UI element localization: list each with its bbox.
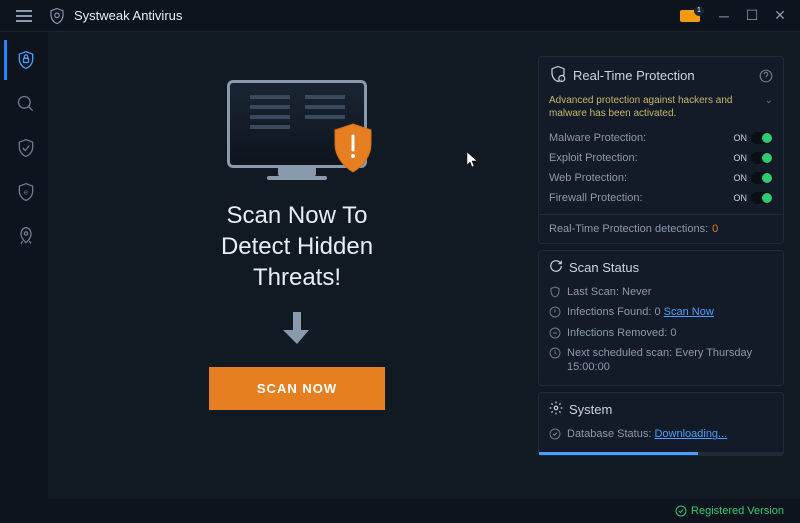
minimize-button[interactable]: ─ [712, 4, 736, 28]
next-scan-row: Next scheduled scan: Every Thursday 15:0… [549, 343, 773, 378]
footer-bar: Registered Version [0, 499, 800, 523]
scan-status-title: Scan Status [569, 260, 773, 275]
download-progress [539, 452, 783, 455]
infections-removed-row: Infections Removed: 0 [549, 323, 773, 343]
scan-now-link[interactable]: Scan Now [664, 306, 714, 318]
registered-label: Registered Version [691, 505, 784, 517]
chevron-down-icon[interactable]: ⌄ [765, 94, 773, 107]
system-panel: System Database Status: Downloading... [538, 392, 784, 455]
malware-toggle[interactable] [751, 132, 773, 144]
firewall-toggle[interactable] [751, 192, 773, 204]
sidebar-item-scan[interactable] [4, 84, 44, 124]
protection-row: Web Protection: ON [549, 168, 773, 188]
main-content: Scan Now To Detect Hidden Threats! SCAN … [48, 32, 800, 499]
last-scan-row: Last Scan: Never [549, 282, 773, 302]
system-title: System [569, 402, 773, 417]
sidebar-item-protection[interactable] [4, 40, 44, 80]
db-status-value: Downloading... [654, 428, 727, 440]
protection-row: Firewall Protection: ON [549, 188, 773, 208]
sidebar-item-boost[interactable] [4, 216, 44, 256]
right-pane: i Real-Time Protection Advanced protecti… [538, 56, 784, 491]
realtime-protection-panel: i Real-Time Protection Advanced protecti… [538, 56, 784, 244]
scan-status-panel: Scan Status Last Scan: Never Infections … [538, 250, 784, 386]
titlebar: Systweak Antivirus ─ ☐ ✕ [0, 0, 800, 32]
web-toggle[interactable] [751, 172, 773, 184]
check-circle-icon [675, 505, 687, 517]
refresh-icon [549, 259, 563, 276]
sidebar-item-quarantine[interactable] [4, 128, 44, 168]
shield-info-icon: i [549, 65, 567, 86]
scan-now-button[interactable]: SCAN NOW [209, 367, 385, 410]
warning-shield-icon [331, 122, 375, 174]
hero-heading: Scan Now To Detect Hidden Threats! [221, 200, 373, 294]
svg-text:e: e [23, 188, 27, 197]
logo-area: Systweak Antivirus [48, 7, 182, 25]
detections-row: Real-Time Protection detections: 0 [549, 221, 773, 235]
close-button[interactable]: ✕ [768, 4, 792, 28]
sidebar: e [0, 32, 48, 499]
advisory-text: Advanced protection against hackers and … [549, 92, 773, 128]
protection-row: Malware Protection: ON [549, 128, 773, 148]
rtp-title: Real-Time Protection [573, 68, 753, 83]
help-icon[interactable] [759, 69, 773, 83]
database-status-row: Database Status: Downloading... [549, 424, 773, 444]
app-title: Systweak Antivirus [74, 8, 182, 23]
gear-icon [549, 401, 563, 418]
svg-text:i: i [561, 77, 562, 82]
window-controls: ─ ☐ ✕ [680, 4, 792, 28]
notification-badge-icon[interactable] [680, 10, 700, 22]
monitor-illustration [227, 80, 367, 180]
app-logo-icon [48, 7, 66, 25]
hamburger-menu-button[interactable] [8, 0, 40, 32]
infections-found-row: Infections Found: 0 Scan Now [549, 302, 773, 322]
exploit-toggle[interactable] [751, 152, 773, 164]
arrow-down-icon [283, 310, 311, 351]
maximize-button[interactable]: ☐ [740, 4, 764, 28]
hero-pane: Scan Now To Detect Hidden Threats! SCAN … [64, 56, 530, 491]
protection-row: Exploit Protection: ON [549, 148, 773, 168]
sidebar-item-exclusions[interactable]: e [4, 172, 44, 212]
